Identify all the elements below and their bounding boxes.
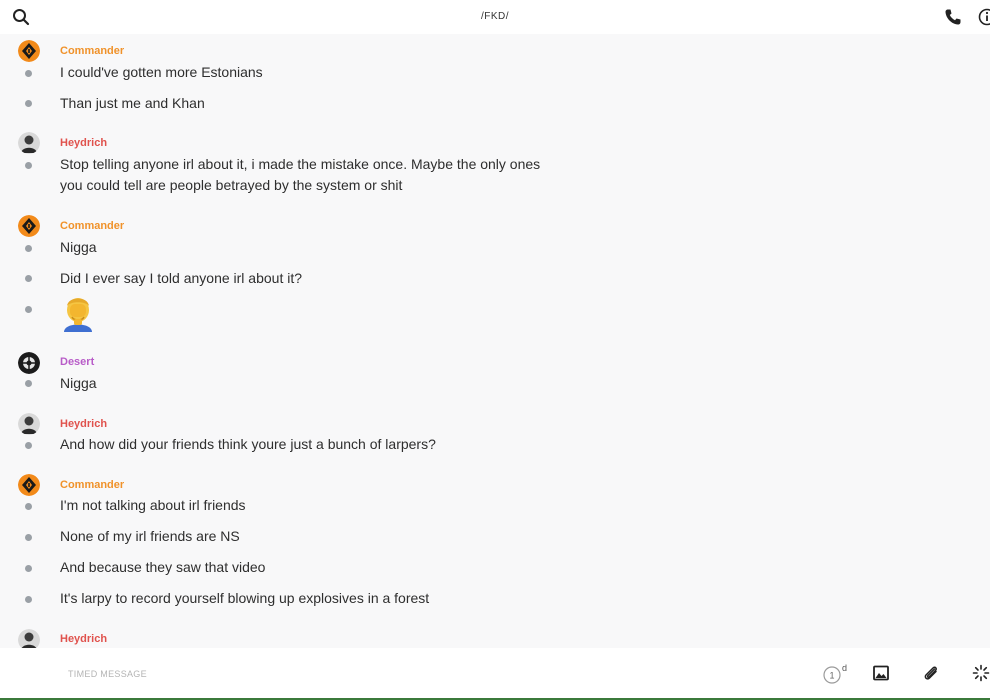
sender-name[interactable]: Commander xyxy=(60,479,124,491)
message-dot xyxy=(25,275,32,282)
paperclip-icon[interactable] xyxy=(922,664,940,682)
message-list: Commander I could've gotten more Estonia… xyxy=(0,34,990,648)
message-dot xyxy=(25,306,32,313)
message-text[interactable]: None of my irl friends are NS xyxy=(60,526,580,547)
message-dot xyxy=(25,162,32,169)
commander-avatar[interactable] xyxy=(18,474,40,496)
message-dot xyxy=(25,534,32,541)
desert-avatar[interactable] xyxy=(18,352,40,374)
top-bar: /FKD/ xyxy=(0,0,990,34)
sender-name[interactable]: Heydrich xyxy=(60,137,107,149)
sender-name[interactable]: Commander xyxy=(60,220,124,232)
heydrich-avatar[interactable] xyxy=(18,629,40,648)
commander-avatar[interactable] xyxy=(18,40,40,62)
message-text[interactable]: Did I ever say I told anyone irl about i… xyxy=(60,268,580,289)
composer-bar: TIMED MESSAGE 1 d xyxy=(0,648,990,700)
message-dot xyxy=(25,565,32,572)
message-input[interactable]: TIMED MESSAGE xyxy=(68,669,147,679)
sender-name[interactable]: Desert xyxy=(60,356,94,368)
message-text[interactable]: And how did your friends think youre jus… xyxy=(60,434,580,455)
sender-name[interactable]: Commander xyxy=(60,45,124,57)
commander-avatar[interactable] xyxy=(18,215,40,237)
phone-icon[interactable] xyxy=(944,8,962,26)
timer-icon[interactable]: 1 d xyxy=(822,664,850,684)
loading-spinner-icon[interactable] xyxy=(972,664,990,682)
message-text[interactable]: Nigga xyxy=(60,237,580,258)
sender-name[interactable]: Heydrich xyxy=(60,418,107,430)
message-text[interactable]: It's larpy to record yourself blowing up… xyxy=(60,588,580,609)
timer-value: 1 xyxy=(829,671,834,681)
face-palm-emoji[interactable] xyxy=(58,292,98,332)
message-text[interactable]: Than just me and Khan xyxy=(60,93,580,114)
message-dot xyxy=(25,596,32,603)
timer-unit: d xyxy=(842,664,847,673)
message-text[interactable]: Nigga xyxy=(60,373,580,394)
message-dot xyxy=(25,245,32,252)
conversation-title[interactable]: /FKD/ xyxy=(0,11,990,22)
sender-name[interactable]: Heydrich xyxy=(60,633,107,645)
message-text[interactable]: Stop telling anyone irl about it, i made… xyxy=(60,154,560,196)
info-icon[interactable] xyxy=(978,8,990,26)
message-text[interactable]: I could've gotten more Estonians xyxy=(60,62,580,83)
message-dot xyxy=(25,380,32,387)
heydrich-avatar[interactable] xyxy=(18,413,40,435)
message-dot xyxy=(25,503,32,510)
message-dot xyxy=(25,70,32,77)
message-dot xyxy=(25,442,32,449)
message-text[interactable]: I'm not talking about irl friends xyxy=(60,495,580,516)
message-text[interactable]: And because they saw that video xyxy=(60,557,580,578)
image-icon[interactable] xyxy=(872,664,890,682)
message-dot xyxy=(25,100,32,107)
heydrich-avatar[interactable] xyxy=(18,132,40,154)
